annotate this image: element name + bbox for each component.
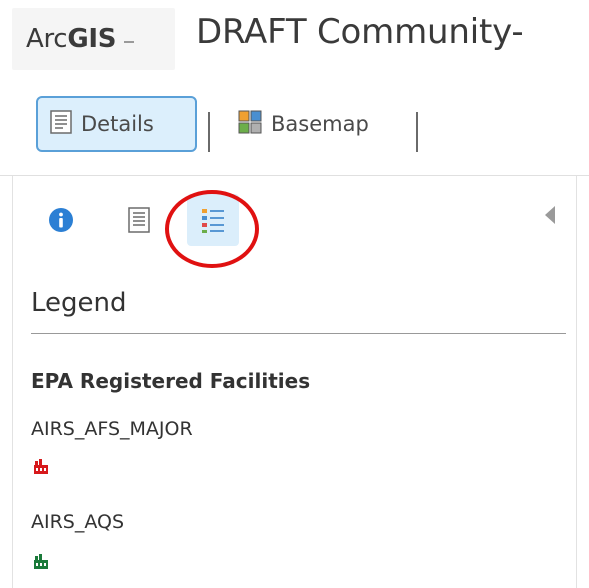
toolbar-divider	[208, 112, 210, 152]
app-header: ArcGIS DRAFT Community-	[0, 0, 589, 88]
app-name: ArcGIS	[26, 24, 117, 54]
content-list-icon	[128, 207, 150, 233]
toolbar-divider	[416, 112, 418, 152]
basemap-label: Basemap	[271, 112, 369, 136]
tab-about[interactable]	[35, 194, 87, 246]
legend-item-label: AIRS_AQS	[31, 511, 125, 533]
basemap-button[interactable]: Basemap	[234, 96, 404, 152]
basemap-grid-icon	[238, 110, 262, 139]
factory-icon	[33, 459, 49, 479]
details-button[interactable]: Details	[36, 96, 197, 152]
info-icon	[49, 208, 73, 232]
details-label: Details	[81, 112, 154, 136]
arcgis-app-menu[interactable]: ArcGIS	[12, 8, 175, 70]
details-panel: Legend EPA Registered Facilities AIRS_AF…	[12, 176, 577, 588]
legend-item-label: AIRS_AFS_MAJOR	[31, 418, 193, 440]
tab-content[interactable]	[113, 194, 165, 246]
tab-legend[interactable]	[187, 194, 239, 246]
factory-icon	[33, 554, 49, 574]
toolbar: Details Basemap	[0, 88, 589, 176]
legend-heading: Legend	[31, 288, 127, 318]
chevron-down-icon	[124, 41, 135, 43]
legend-list-icon	[202, 209, 224, 233]
details-icon	[50, 109, 72, 139]
collapse-panel-icon[interactable]	[545, 206, 555, 224]
map-title: DRAFT Community-	[196, 12, 524, 52]
divider	[31, 333, 566, 334]
layer-title: EPA Registered Facilities	[31, 369, 311, 393]
